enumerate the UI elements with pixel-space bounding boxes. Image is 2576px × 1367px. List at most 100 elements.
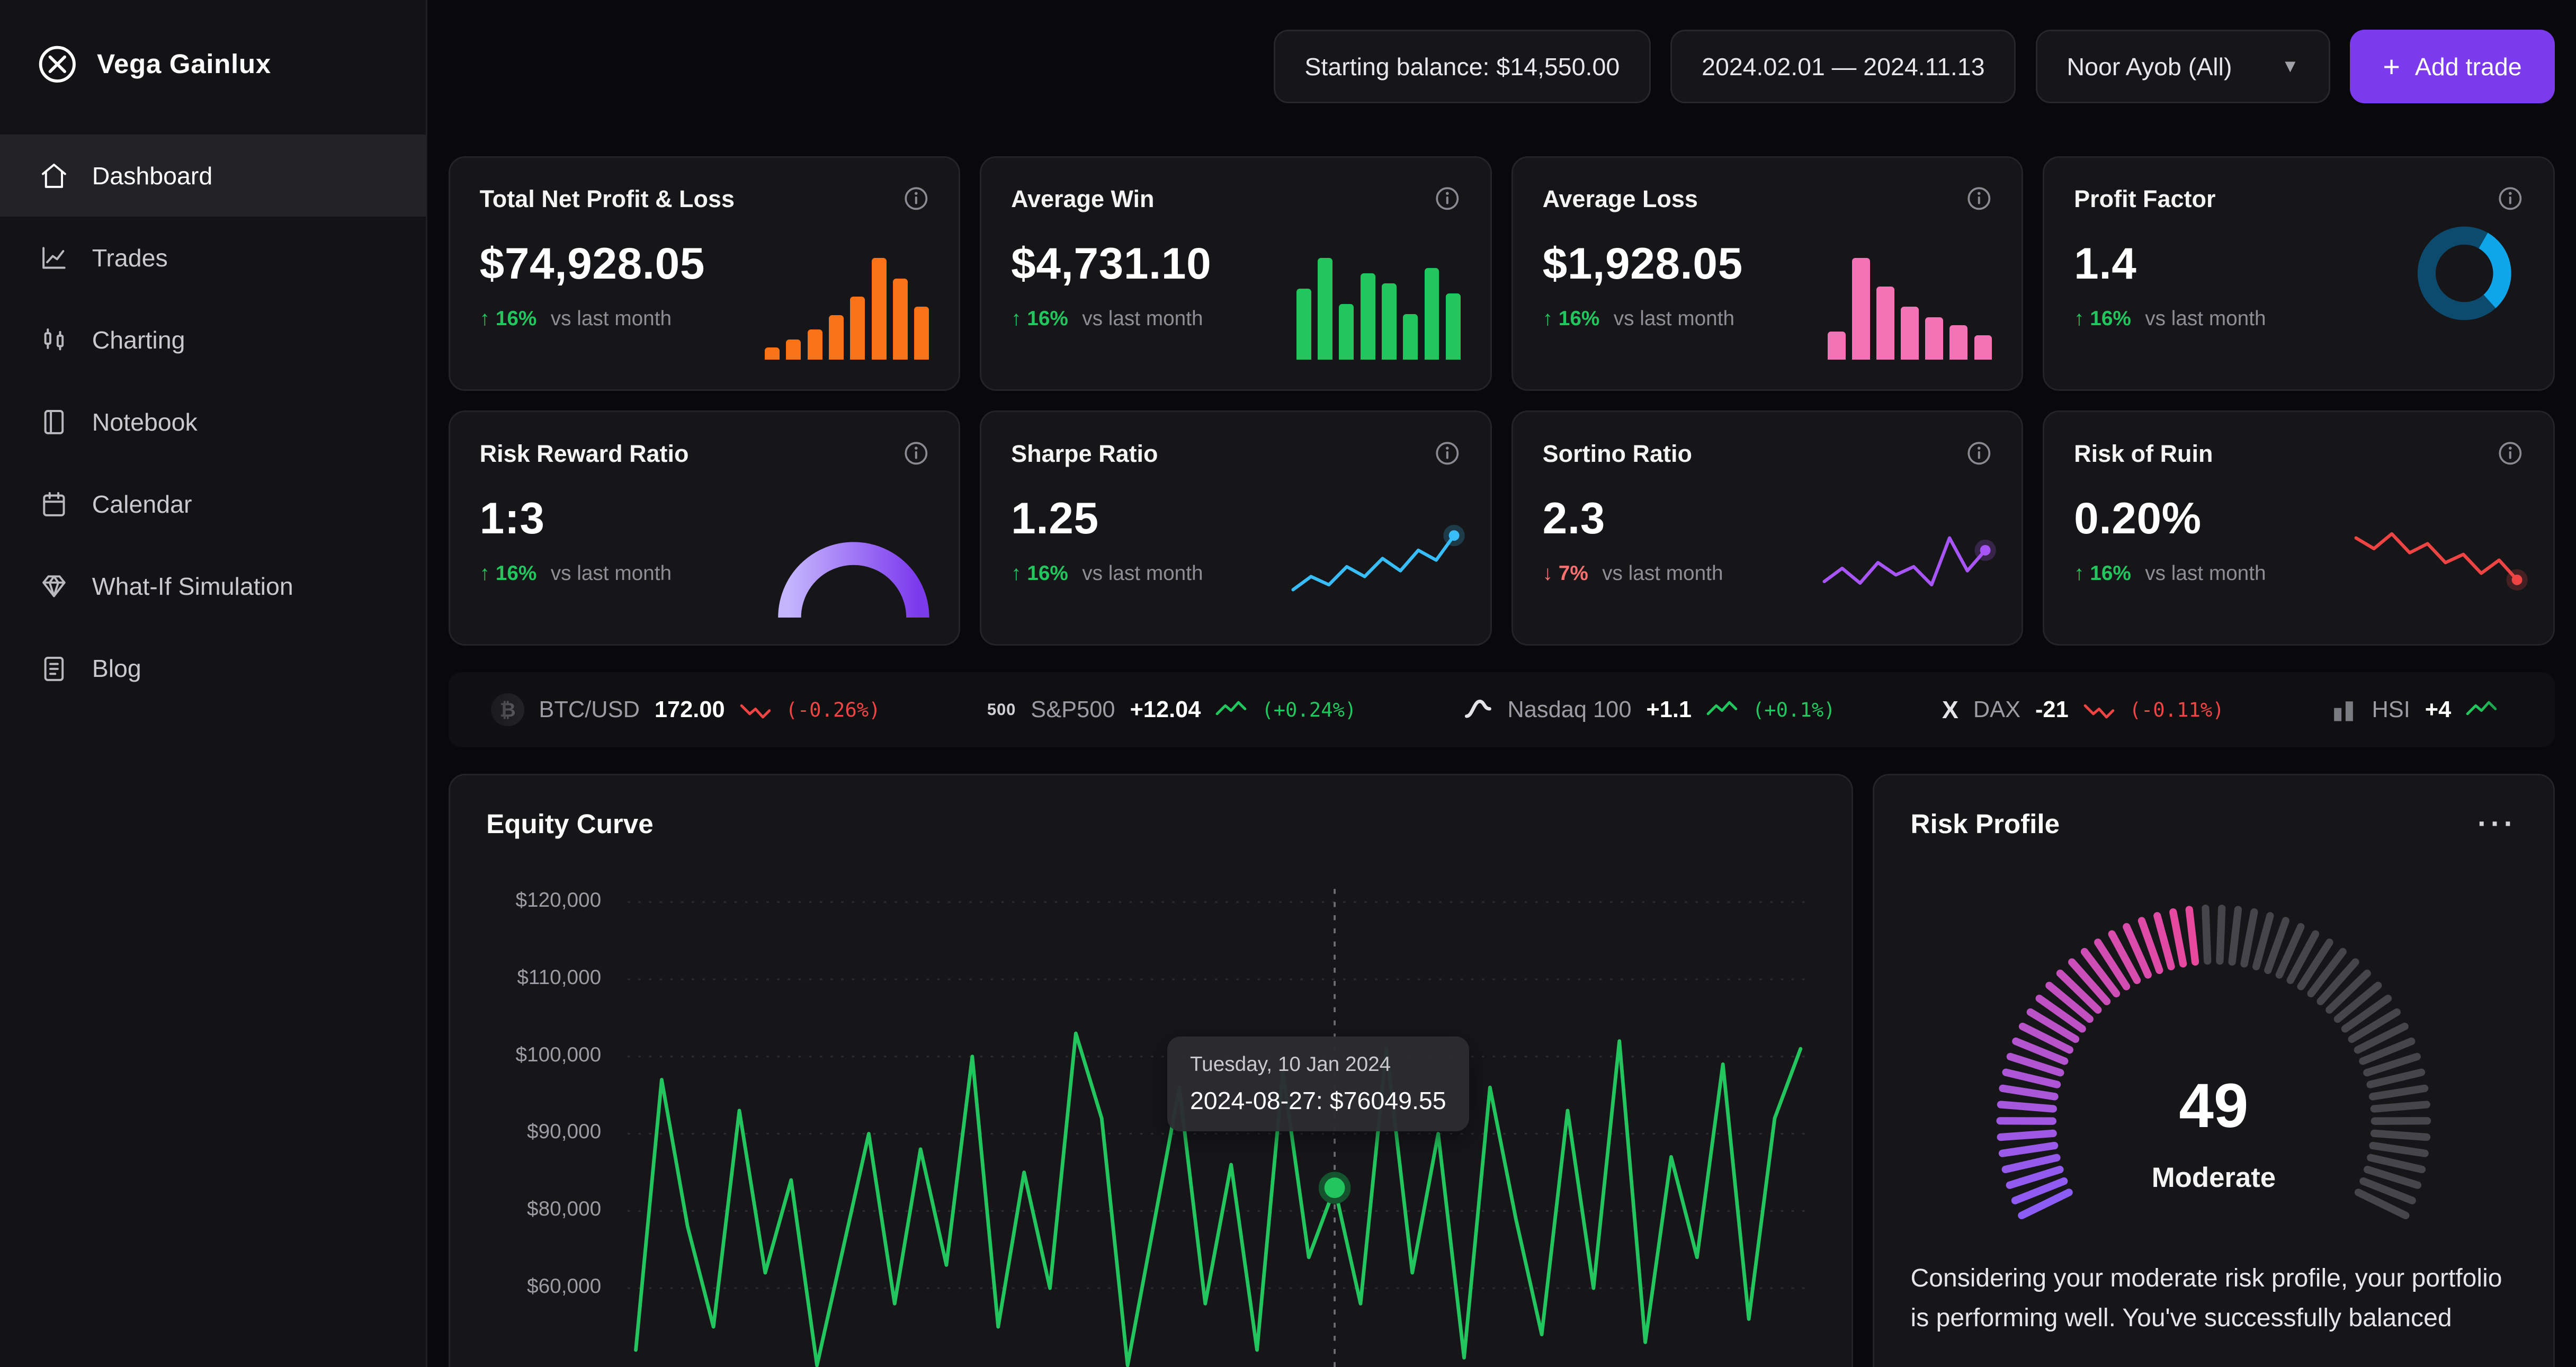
- plus-icon: +: [2383, 52, 2400, 82]
- add-trade-button[interactable]: + Add trade: [2350, 30, 2554, 104]
- sidebar-item-label: Blog: [92, 654, 141, 683]
- risk-description: Considering your moderate risk profile, …: [1911, 1258, 2517, 1337]
- ticker-item-btcusd[interactable]: ₿ BTC/USD 172.00 (-0.26%): [491, 693, 880, 726]
- ticker-item-nasdaq100[interactable]: Nasdaq 100 +1.1 (+0.1%): [1463, 696, 1836, 723]
- notebook-icon: [39, 407, 69, 437]
- bottom-panels: Equity Curve $120,000 $110,000 $100,000 …: [449, 774, 2555, 1367]
- sidebar-item-label: Notebook: [92, 408, 198, 436]
- trend-up-icon: [1215, 701, 1247, 719]
- starting-balance-text: Starting balance: $14,550.00: [1304, 52, 1620, 81]
- stat-cards-row-1: Total Net Profit & Loss $74,928.05 ↑ 16%…: [449, 156, 2555, 391]
- sidebar-item-calendar[interactable]: Calendar: [0, 463, 426, 546]
- tooltip-date: Tuesday, 10 Jan 2024: [1190, 1053, 1446, 1076]
- ticker-change: (-0.26%): [785, 698, 880, 721]
- mini-bar-chart: [1828, 258, 1992, 360]
- sidebar-item-blog[interactable]: Blog: [0, 628, 426, 710]
- dax-icon: X: [1942, 695, 1958, 724]
- sidebar-item-label: What-If Simulation: [92, 572, 293, 601]
- ticker-item-dax[interactable]: X DAX -21 (-0.11%): [1942, 695, 2224, 724]
- delta-value: ↓ 7%: [1543, 562, 1588, 585]
- risk-level: Moderate: [1943, 1161, 2485, 1194]
- equity-curve-panel: Equity Curve $120,000 $110,000 $100,000 …: [449, 774, 1853, 1367]
- risk-profile-panel: Risk Profile ··· 49 Moderate Considering…: [1873, 774, 2554, 1367]
- risk-score: 49: [1943, 1069, 2485, 1141]
- sp500-icon: 500: [987, 700, 1016, 719]
- blog-icon: [39, 654, 69, 684]
- info-icon[interactable]: [2497, 185, 2524, 212]
- delta-value: ↑ 16%: [1011, 307, 1068, 330]
- sidebar-item-trades[interactable]: Trades: [0, 217, 426, 299]
- account-select[interactable]: Noor Ayob (All) ▼: [2036, 30, 2330, 104]
- card-title: Risk Reward Ratio: [480, 440, 689, 468]
- card-title: Sharpe Ratio: [1011, 440, 1158, 468]
- info-icon[interactable]: [1434, 440, 1461, 467]
- delta-note: vs last month: [1602, 562, 1723, 585]
- delta-note: vs last month: [1614, 307, 1734, 330]
- market-ticker: ₿ BTC/USD 172.00 (-0.26%) 500 S&P500 +12…: [449, 672, 2555, 748]
- sidebar-item-label: Trades: [92, 244, 168, 272]
- sidebar-item-label: Charting: [92, 326, 185, 354]
- info-icon[interactable]: [903, 185, 929, 212]
- sidebar-item-what-if-simulation[interactable]: What-If Simulation: [0, 546, 426, 628]
- ticker-symbol: BTC/USD: [539, 697, 640, 723]
- info-icon[interactable]: [1966, 440, 1992, 467]
- ticker-value: 172.00: [655, 697, 725, 723]
- ticker-item-hsi[interactable]: HSI +4: [2331, 696, 2512, 723]
- ticker-symbol: DAX: [1973, 697, 2020, 723]
- y-axis-tick: $60,000: [486, 1275, 601, 1298]
- sidebar-item-charting[interactable]: Charting: [0, 299, 426, 381]
- panel-title: Equity Curve: [486, 808, 654, 839]
- date-range-picker[interactable]: 2024.02.01 — 2024.11.13: [1670, 30, 2016, 104]
- sidebar-item-label: Dashboard: [92, 162, 213, 190]
- sidebar-item-notebook[interactable]: Notebook: [0, 381, 426, 463]
- stat-card-risk-of-ruin: Risk of Ruin 0.20% ↑ 16% vs last month: [2043, 410, 2554, 646]
- trend-down-icon: [2083, 701, 2115, 719]
- delta-note: vs last month: [2145, 562, 2266, 585]
- topbar: Starting balance: $14,550.00 2024.02.01 …: [427, 0, 2576, 133]
- delta-note: vs last month: [551, 562, 672, 585]
- stat-cards-row-2: Risk Reward Ratio 1:3 ↑ 16% vs last mont…: [449, 410, 2555, 646]
- ticker-change: (+0.1%): [1752, 698, 1836, 721]
- sidebar: Vega Gainlux Dashboard Trades Charting N…: [0, 0, 427, 1367]
- account-select-value: Noor Ayob (All): [2067, 52, 2232, 81]
- y-axis-tick: $120,000: [486, 889, 601, 912]
- stat-card-profit-factor: Profit Factor 1.4 ↑ 16% vs last month: [2043, 156, 2554, 391]
- chart-tooltip: Tuesday, 10 Jan 2024 2024-08-27: $76049.…: [1167, 1037, 1470, 1131]
- sidebar-menu: Dashboard Trades Charting Notebook Calen…: [0, 135, 426, 710]
- ellipsis-menu-icon[interactable]: ···: [2477, 818, 2517, 829]
- info-icon[interactable]: [903, 440, 929, 467]
- hsi-icon: [2331, 696, 2357, 723]
- trades-chart-icon: [39, 243, 69, 273]
- ticker-value: -21: [2035, 697, 2069, 723]
- stat-card-average-loss: Average Loss $1,928.05 ↑ 16% vs last mon…: [1511, 156, 2023, 391]
- delta-value: ↑ 16%: [480, 307, 537, 330]
- ticker-value: +12.04: [1130, 697, 1201, 723]
- info-icon[interactable]: [1434, 185, 1461, 212]
- delta-note: vs last month: [551, 307, 672, 330]
- sidebar-item-label: Calendar: [92, 490, 192, 519]
- equity-chart: $120,000 $110,000 $100,000 $90,000 $80,0…: [486, 882, 1815, 1367]
- mini-bar-chart: [1296, 258, 1461, 360]
- card-title: Profit Factor: [2074, 185, 2215, 213]
- app-root: Vega Gainlux Dashboard Trades Charting N…: [0, 0, 2576, 1367]
- mini-half-gauge-chart: [775, 537, 933, 622]
- panel-title: Risk Profile: [1911, 808, 2060, 839]
- ticker-symbol: HSI: [2372, 697, 2410, 723]
- ticker-value: +1.1: [1646, 697, 1692, 723]
- delta-value: ↑ 16%: [1543, 307, 1600, 330]
- equity-line-chart[interactable]: Tuesday, 10 Jan 2024 2024-08-27: $76049.…: [628, 882, 1809, 1367]
- info-icon[interactable]: [2497, 440, 2524, 467]
- calendar-icon: [39, 489, 69, 519]
- delta-value: ↑ 16%: [2074, 562, 2131, 585]
- home-icon: [39, 161, 69, 191]
- brand-logo-icon: [36, 43, 79, 86]
- stat-card-risk-reward-ratio: Risk Reward Ratio 1:3 ↑ 16% vs last mont…: [449, 410, 960, 646]
- card-title: Total Net Profit & Loss: [480, 185, 735, 213]
- brand: Vega Gainlux: [0, 0, 426, 125]
- nasdaq-icon: [1463, 696, 1493, 723]
- info-icon[interactable]: [1966, 185, 1992, 212]
- date-range-text: 2024.02.01 — 2024.11.13: [1702, 52, 1985, 81]
- ticker-item-sp500[interactable]: 500 S&P500 +12.04 (+0.24%): [987, 697, 1357, 723]
- chevron-down-icon: ▼: [2282, 56, 2300, 77]
- sidebar-item-dashboard[interactable]: Dashboard: [0, 135, 426, 217]
